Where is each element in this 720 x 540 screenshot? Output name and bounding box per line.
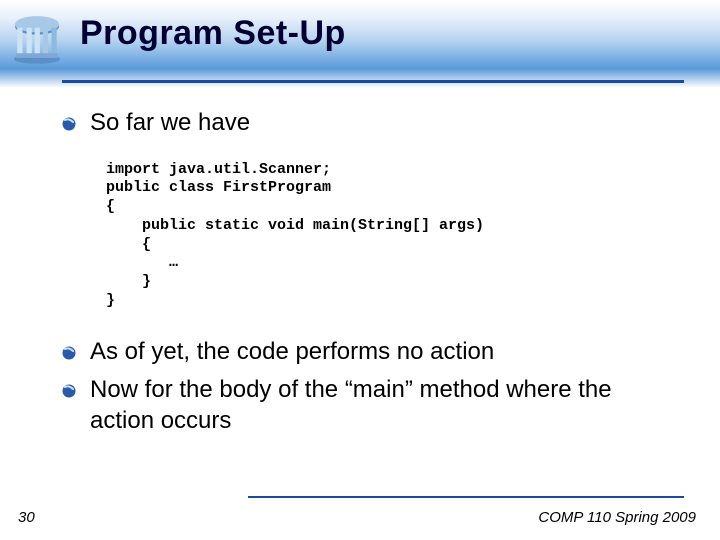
footer-divider bbox=[248, 496, 684, 498]
slide-title: Program Set-Up bbox=[80, 14, 346, 53]
bullet-icon bbox=[62, 346, 76, 365]
bullet-item: So far we have bbox=[62, 108, 680, 139]
footer: 30 COMP 110 Spring 2009 bbox=[0, 496, 720, 526]
logo-icon bbox=[8, 8, 66, 66]
title-underline bbox=[62, 80, 684, 83]
bullet-text: Now for the body of the “main” method wh… bbox=[90, 375, 680, 436]
bullet-item: As of yet, the code performs no action bbox=[62, 337, 680, 368]
bullet-icon bbox=[62, 384, 76, 403]
bullet-icon bbox=[62, 117, 76, 136]
bullet-item: Now for the body of the “main” method wh… bbox=[62, 375, 680, 436]
bullet-text: So far we have bbox=[90, 108, 250, 139]
content-area: So far we have import java.util.Scanner;… bbox=[62, 108, 680, 445]
slide-number: 30 bbox=[18, 509, 35, 526]
code-block: import java.util.Scanner; public class F… bbox=[106, 161, 680, 311]
bullet-text: As of yet, the code performs no action bbox=[90, 337, 494, 368]
course-label: COMP 110 Spring 2009 bbox=[538, 509, 696, 526]
